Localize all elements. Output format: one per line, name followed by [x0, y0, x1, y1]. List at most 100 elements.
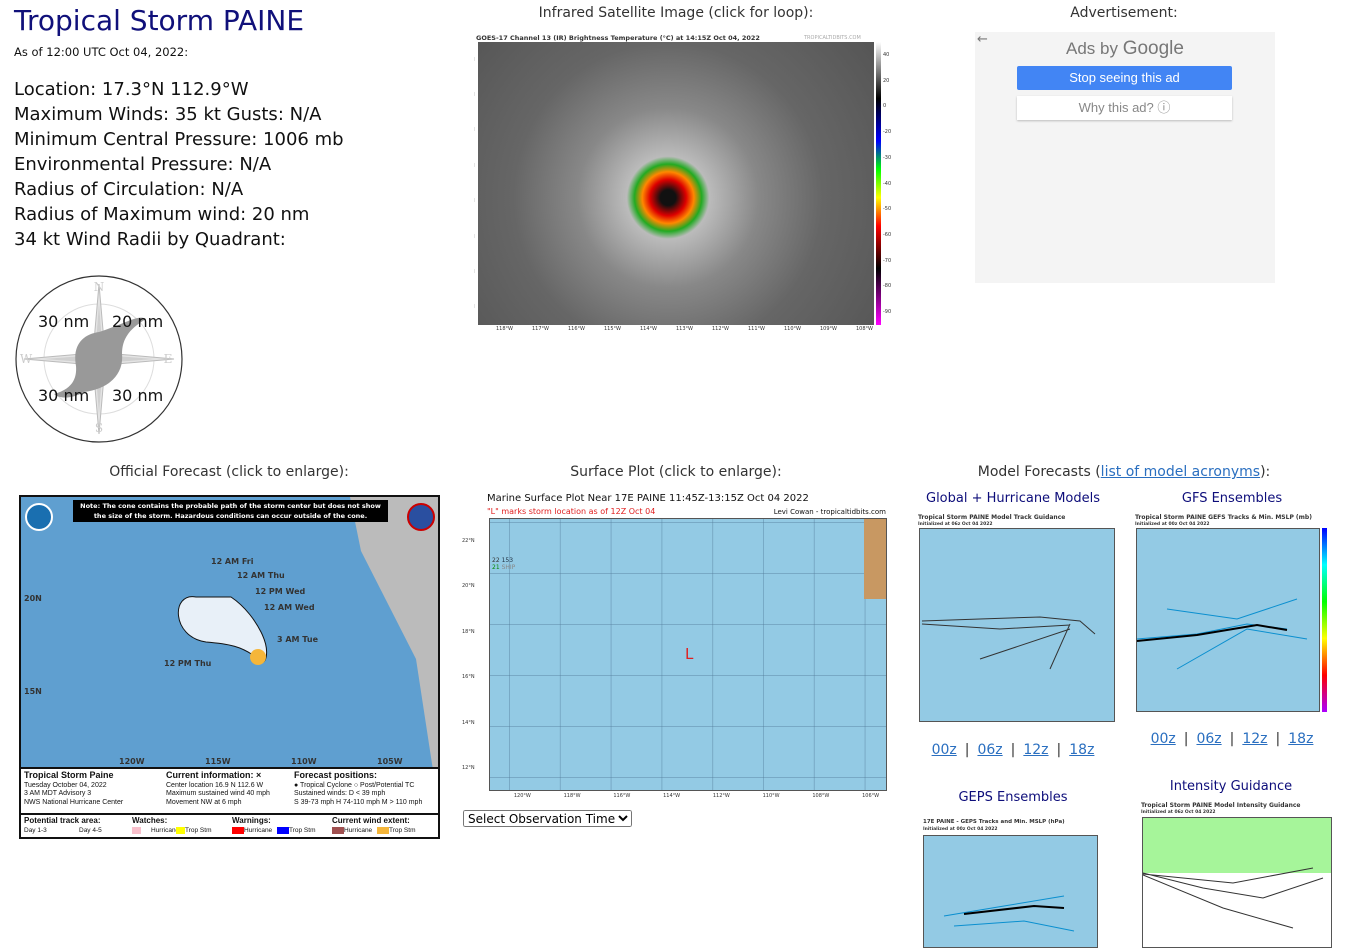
run-12z-link[interactable]: 12z [1023, 742, 1048, 758]
global-run-links: 00z | 06z | 12z | 18z [931, 742, 1095, 758]
axis-tick-label: 111°W [748, 326, 765, 332]
svg-text:W: W [20, 352, 33, 366]
axis-tick-label: 12°N [462, 765, 475, 772]
axis-tick-label: 120°W [513, 793, 531, 799]
axis-tick-label: 116°W [613, 793, 631, 799]
axis-tick-label: 112°W [712, 326, 729, 332]
surface-plot-caption: Surface Plot (click to enlarge): [570, 464, 782, 480]
surface-plot-link[interactable]: Marine Surface Plot Near 17E PAINE 11:45… [462, 490, 892, 805]
surface-plot-title: Marine Surface Plot Near 17E PAINE 11:45… [487, 493, 809, 504]
model-acronyms-link[interactable]: list of model acronyms [1101, 464, 1260, 480]
axis-tick-label: 114°W [663, 793, 681, 799]
intensity-guidance-title: Intensity Guidance [1169, 779, 1293, 794]
axis-tick-label: -20 [883, 129, 892, 136]
radius-circulation: Radius of Circulation: N/A [14, 179, 244, 200]
surface-plot-credit: Levi Cowan - tropicaltidbits.com [773, 508, 886, 516]
env-pressure: Environmental Pressure: N/A [14, 154, 272, 175]
axis-tick-label: 14°N [474, 304, 475, 310]
ad-caption: Advertisement: [1070, 5, 1178, 21]
lat-label: 20N [24, 594, 42, 603]
axis-tick-label: 116°W [568, 326, 585, 332]
run-06z-link[interactable]: 06z [977, 742, 1002, 758]
axis-tick-label: -70 [883, 257, 892, 264]
axis-tick-label: 19°N [474, 127, 475, 133]
axis-tick-label: -50 [883, 206, 892, 213]
axis-tick-label: -80 [883, 283, 892, 290]
axis-tick-label: 118°W [563, 793, 581, 799]
axis-tick-label: 20°N [462, 583, 475, 590]
axis-tick-label: 16°N [462, 674, 475, 681]
radius-ne: 20 nm [112, 312, 164, 331]
gfs-ensembles-title: GFS Ensembles [1181, 491, 1283, 506]
svg-text:S: S [95, 421, 103, 435]
axis-tick-label: 112°W [712, 793, 730, 799]
gfs-run-links: 00z | 06z | 12z | 18z [1150, 731, 1314, 747]
run-18z-link[interactable]: 18z [1069, 742, 1094, 758]
lon-label: 115W [205, 757, 231, 766]
why-this-ad-button[interactable]: Why this ad? ⓘ [1017, 96, 1232, 120]
intensity-guidance-image-link[interactable]: Tropical Storm PAINE Model Intensity Gui… [1138, 800, 1336, 948]
axis-tick-label: 0 [883, 103, 887, 110]
axis-tick-label: 115°W [604, 326, 621, 332]
run-06z-link[interactable]: 06z [1196, 731, 1221, 747]
surface-map: L 22 153 21 SHIP [489, 518, 887, 791]
forecast-point-label: 12 AM Wed [264, 603, 315, 612]
run-12z-link[interactable]: 12z [1242, 731, 1267, 747]
axis-tick-label: 17°N [474, 198, 475, 204]
axis-tick-label: 22°N [462, 537, 475, 544]
lon-label: 120W [119, 757, 145, 766]
axis-tick-label: -30 [883, 154, 892, 161]
satellite-imagery [478, 42, 874, 325]
storm-title: Tropical Storm PAINE [14, 4, 305, 37]
axis-tick-label: 110°W [784, 326, 801, 332]
axis-tick-label: 15°N [474, 269, 475, 275]
axis-tick-label: 20°N [474, 92, 475, 98]
forecast-legend: Tropical Storm Paine Tuesday October 04, … [21, 767, 438, 815]
axis-tick-label: 108°W [856, 326, 873, 332]
radius-max-wind: Radius of Maximum wind: 20 nm [14, 204, 310, 225]
axis-tick-label: 114°W [640, 326, 657, 332]
axis-tick-label: -90 [883, 309, 892, 316]
svg-text:E: E [164, 352, 173, 366]
gfs-ensembles-image-link[interactable]: Tropical Storm PAINE GEFS Tracks & Min. … [1130, 512, 1335, 720]
temperature-scale-ticks: 40 20 0 -20 -30 -40 -50 -60 -70 -80 -90 [883, 42, 897, 325]
as-of-time: As of 12:00 UTC Oct 04, 2022: [14, 45, 189, 59]
forecast-point-label: 12 PM Thu [164, 659, 212, 668]
run-00z-link[interactable]: 00z [932, 742, 957, 758]
radius-sw: 30 nm [38, 386, 90, 405]
forecast-key: Potential track area: Day 1-3 Day 4-5 Wat… [21, 813, 438, 837]
forecast-map: Note: The cone contains the probable pat… [21, 497, 438, 767]
satellite-image-link[interactable]: GOES-17 Channel 13 (IR) Brightness Tempe… [474, 30, 898, 332]
axis-tick-label: -40 [883, 180, 892, 187]
lon-label: 105W [377, 757, 403, 766]
forecast-point-label: 12 AM Thu [237, 571, 285, 580]
location: Location: 17.3°N 112.9°W [14, 79, 249, 100]
stop-seeing-ad-button[interactable]: Stop seeing this ad [1017, 66, 1232, 90]
axis-tick-label: 118°W [496, 326, 513, 332]
forecast-point-label: 12 AM Fri [211, 557, 254, 566]
axis-tick-label: 106°W [862, 793, 880, 799]
axis-tick-label: 18°N [462, 628, 475, 635]
axis-tick-label: 21°N [474, 57, 475, 63]
run-00z-link[interactable]: 00z [1151, 731, 1176, 747]
min-pressure: Minimum Central Pressure: 1006 mb [14, 129, 344, 150]
temperature-scale [876, 42, 881, 325]
radius-nw: 30 nm [38, 312, 90, 331]
axis-tick-label: 40 [883, 51, 890, 58]
axis-tick-label: 14°N [462, 719, 475, 726]
lat-label: 15N [24, 687, 42, 696]
axis-tick-label: 110°W [762, 793, 780, 799]
geps-ensembles-image-link[interactable]: 17E PAINE - GEPS Tracks and Min. MSLP (h… [915, 815, 1110, 948]
axis-tick-label: -60 [883, 231, 892, 238]
ads-by-google: Ads by Google [1066, 38, 1184, 59]
axis-tick-label: 117°W [532, 326, 549, 332]
forecast-point-label: 12 PM Wed [255, 587, 306, 596]
wind-radii-label: 34 kt Wind Radii by Quadrant: [14, 229, 286, 250]
global-models-image-link[interactable]: Tropical Storm PAINE Model Track Guidanc… [912, 512, 1118, 724]
max-winds: Maximum Winds: 35 kt Gusts: N/A [14, 104, 322, 125]
axis-tick-label: 20 [883, 77, 890, 84]
satellite-credit: TROPICALTIDBITS.COM [804, 35, 861, 41]
official-forecast-link[interactable]: Note: The cone contains the probable pat… [19, 495, 440, 839]
run-18z-link[interactable]: 18z [1288, 731, 1313, 747]
observation-time-select[interactable]: Select Observation Time... [463, 810, 632, 827]
